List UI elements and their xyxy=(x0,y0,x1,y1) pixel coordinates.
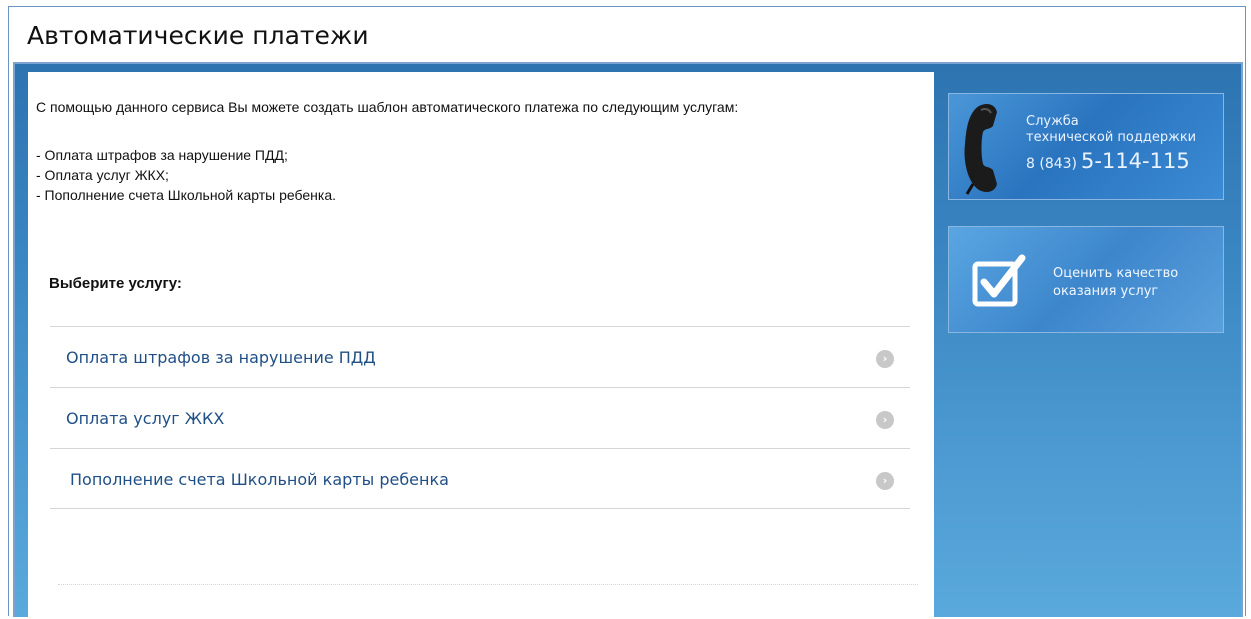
service-label: Оплата штрафов за нарушение ПДД xyxy=(66,348,376,367)
service-item-traffic-fines[interactable]: Оплата штрафов за нарушение ПДД › xyxy=(50,326,910,387)
service-item-utilities[interactable]: Оплата услуг ЖКХ › xyxy=(50,387,910,448)
support-title-line1: Служба xyxy=(1026,114,1079,129)
support-phone-code: 8 (843) xyxy=(1026,156,1078,172)
checkbox-checked-icon xyxy=(972,254,1026,307)
rate-text-line2: оказания услуг xyxy=(1053,284,1159,299)
page-title: Автоматические платежи xyxy=(27,21,369,50)
window: Автоматические платежи С помощью данного… xyxy=(8,6,1246,619)
rate-service-banner[interactable]: Оценить качество оказания услуг xyxy=(948,226,1224,333)
support-title-line2: технической поддержки xyxy=(1026,130,1197,145)
telephone-icon xyxy=(964,104,997,195)
choose-service-heading: Выберите услугу: xyxy=(49,275,182,292)
main-frame: С помощью данного сервиса Вы можете созд… xyxy=(13,62,1243,619)
divider xyxy=(58,584,918,585)
service-item-school-card[interactable]: Пополнение счета Школьной карты ребенка … xyxy=(50,448,910,509)
services-list: Оплата штрафов за нарушение ПДД › Оплата… xyxy=(50,326,910,509)
service-list-text: - Оплата штрафов за нарушение ПДД; - Опл… xyxy=(36,145,336,205)
intro-text: С помощью данного сервиса Вы можете созд… xyxy=(36,99,739,115)
bullet-item: - Оплата штрафов за нарушение ПДД; xyxy=(36,147,288,163)
support-banner[interactable]: Служба технической поддержки 8 (843) 5-11… xyxy=(948,93,1224,200)
support-phone-number: 5-114-115 xyxy=(1081,149,1190,173)
support-phone: 8 (843) 5-114-115 xyxy=(1026,149,1190,173)
rate-text-line1: Оценить качество xyxy=(1053,266,1179,281)
bullet-item: - Оплата услуг ЖКХ; xyxy=(36,167,169,183)
chevron-right-icon: › xyxy=(876,472,894,490)
bullet-item: - Пополнение счета Школьной карты ребенк… xyxy=(36,187,337,203)
chevron-right-icon: › xyxy=(876,350,894,368)
service-label: Пополнение счета Школьной карты ребенка xyxy=(70,470,449,489)
chevron-right-icon: › xyxy=(876,411,894,429)
service-label: Оплата услуг ЖКХ xyxy=(66,409,225,428)
content-panel: С помощью данного сервиса Вы можете созд… xyxy=(28,72,934,619)
